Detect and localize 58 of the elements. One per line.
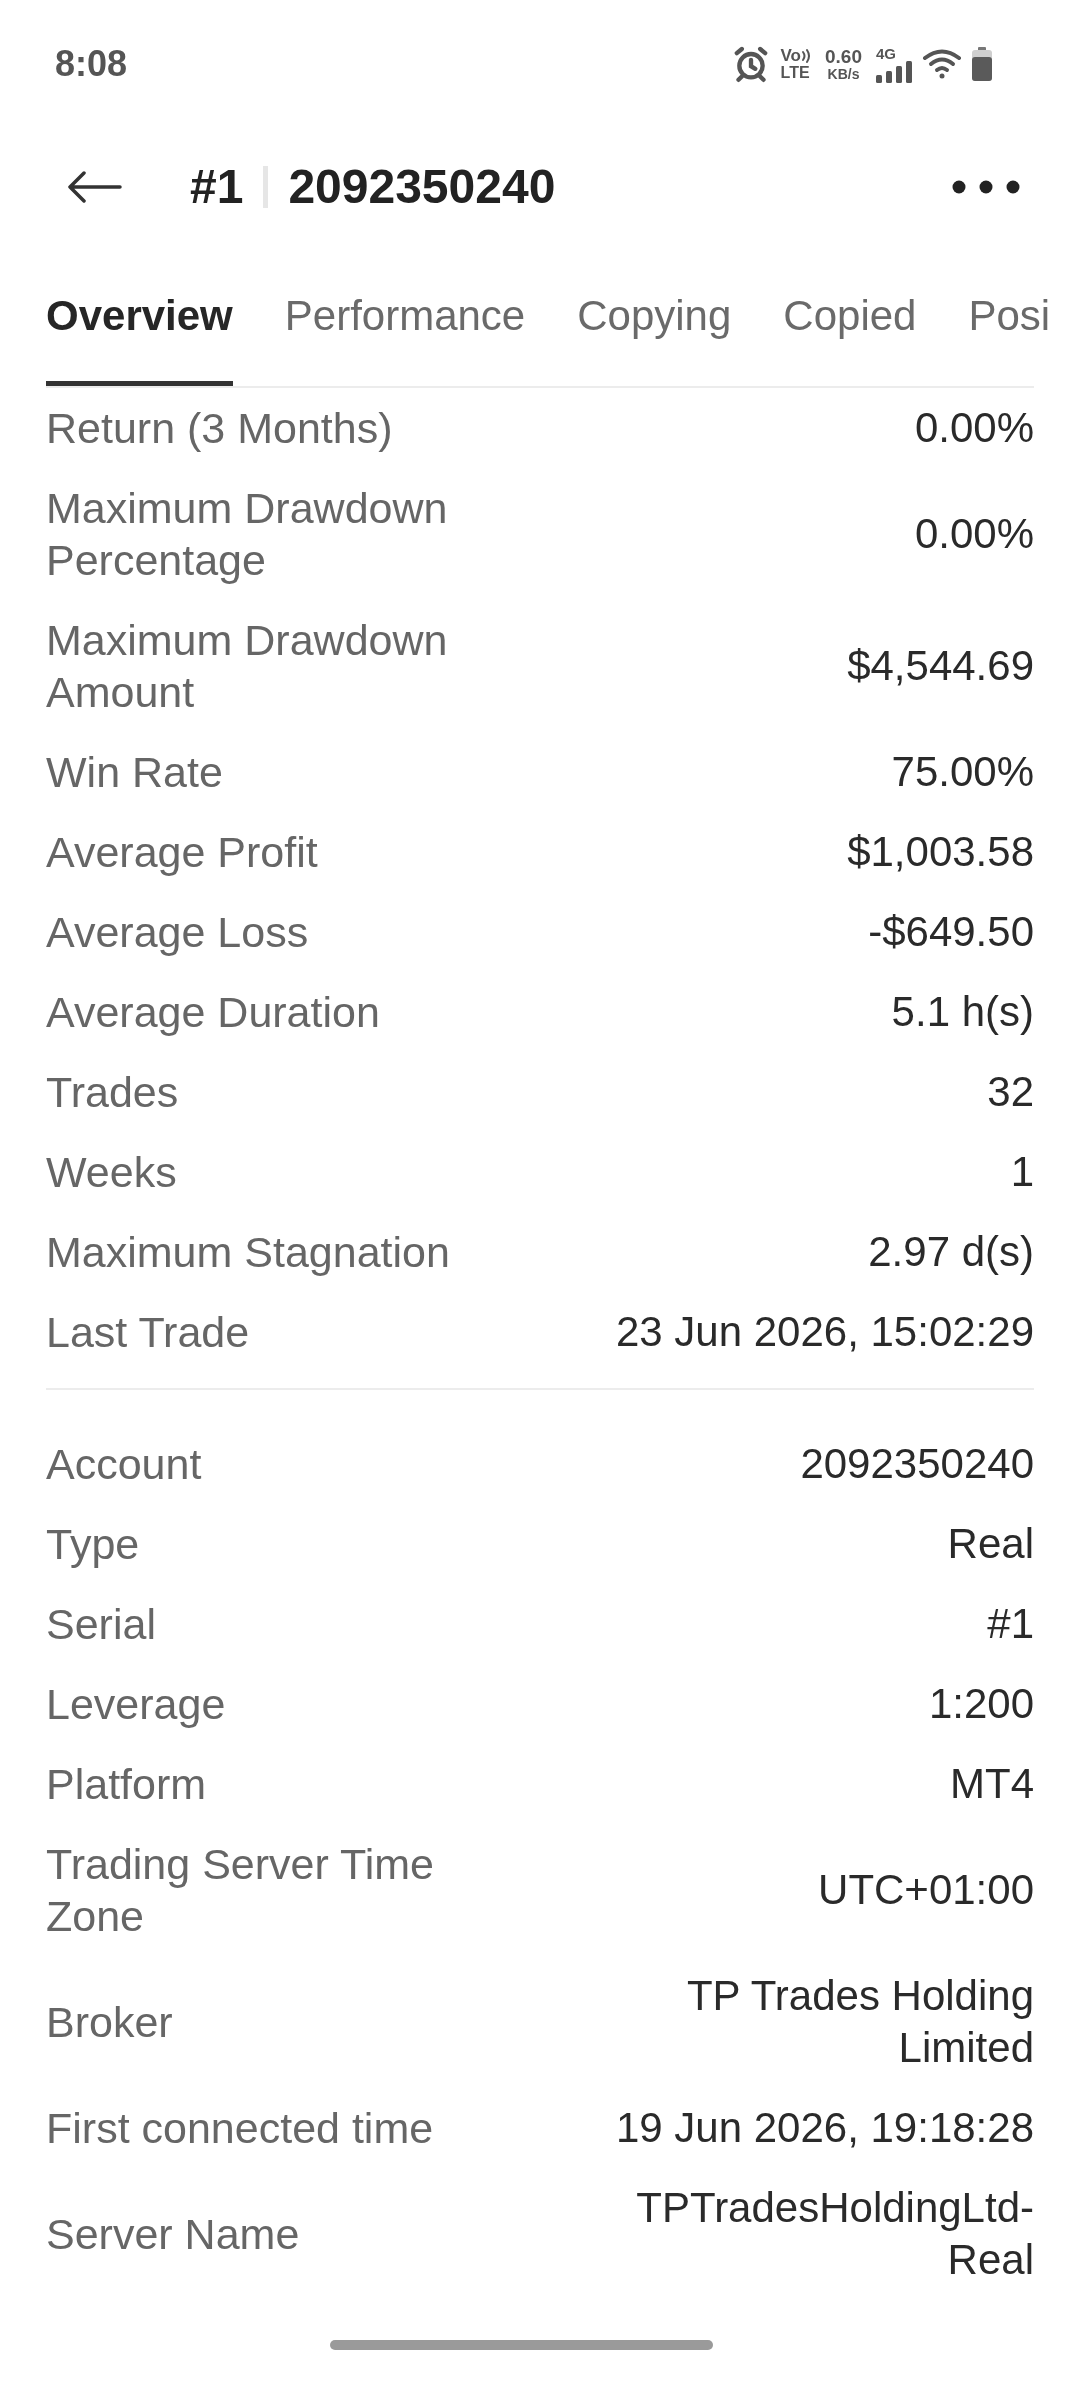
stat-label: Average Loss bbox=[46, 907, 310, 958]
stat-label: Broker bbox=[46, 1997, 174, 2048]
lte-label: LTE bbox=[780, 64, 810, 81]
network-type: 4G bbox=[876, 45, 896, 61]
stat-value: 0.00% bbox=[914, 509, 1034, 559]
stat-value: Real bbox=[947, 1519, 1034, 1569]
stat-value: 75.00% bbox=[891, 747, 1034, 797]
more-dots-icon bbox=[952, 180, 1020, 194]
stat-label: Trades bbox=[46, 1067, 180, 1118]
stat-label: Leverage bbox=[46, 1679, 227, 1730]
stat-value: MT4 bbox=[950, 1759, 1034, 1809]
stat-value: 19 Jun 2026, 19:18:28 bbox=[615, 2103, 1034, 2153]
battery-icon bbox=[972, 47, 992, 81]
volte-label: Vo bbox=[780, 47, 801, 64]
stat-label: Last Trade bbox=[46, 1307, 251, 1358]
stat-label: Serial bbox=[46, 1599, 157, 1650]
stat-label: First connected time bbox=[46, 2103, 435, 2154]
stat-label: Account bbox=[46, 1439, 203, 1490]
stat-value: -$649.50 bbox=[868, 907, 1034, 957]
stat-value: 1:200 bbox=[928, 1679, 1034, 1729]
tab[interactable]: Copying bbox=[577, 254, 732, 386]
call-waves-icon bbox=[801, 47, 811, 64]
network-speed-unit: KB/s bbox=[827, 65, 860, 82]
stat-value: 2092350240 bbox=[800, 1439, 1034, 1489]
stat-value: $4,544.69 bbox=[847, 641, 1034, 691]
stat-value: 2.97 d(s) bbox=[868, 1227, 1034, 1277]
wifi-icon bbox=[922, 48, 962, 80]
status-time: 8:08 bbox=[55, 44, 128, 84]
stat-value: UTC+01:00 bbox=[818, 1865, 1034, 1915]
account-serial: #1 bbox=[190, 159, 244, 215]
stat-label: Win Rate bbox=[46, 747, 224, 798]
stat-label: Return (3 Months) bbox=[46, 403, 394, 454]
network-speed: 0.60 bbox=[825, 46, 862, 66]
stat-value: TPTradesHoldingLtd-Real bbox=[635, 2183, 1034, 2285]
stat-label: Maximum Stagnation bbox=[46, 1227, 451, 1278]
stat-value: 5.1 h(s) bbox=[891, 987, 1034, 1037]
stat-value: $1,003.58 bbox=[847, 827, 1034, 877]
stat-label: Weeks bbox=[46, 1147, 178, 1198]
tab[interactable]: Copied bbox=[783, 254, 917, 386]
stat-label: Platform bbox=[46, 1759, 208, 1810]
stat-label: Maximum Drawdown Percentage bbox=[46, 483, 449, 586]
stat-label: Average Duration bbox=[46, 987, 381, 1038]
stat-value: 0.00% bbox=[914, 403, 1034, 453]
tab[interactable]: Performance bbox=[284, 254, 526, 386]
signal-bars-icon bbox=[876, 60, 912, 83]
stat-value: 32 bbox=[987, 1067, 1034, 1117]
stat-value: TP Trades Holding Limited bbox=[685, 1971, 1034, 2073]
stat-label: Server Name bbox=[46, 2209, 301, 2260]
stat-value: 1 bbox=[1010, 1147, 1034, 1197]
back-arrow-icon bbox=[67, 171, 123, 203]
tab[interactable]: Posi bbox=[968, 254, 1051, 386]
account-number: 2092350240 bbox=[288, 159, 556, 215]
stat-value: 23 Jun 2026, 15:02:29 bbox=[615, 1307, 1034, 1357]
stat-label: Average Profit bbox=[46, 827, 319, 878]
stat-label: Trading Server Time Zone bbox=[46, 1839, 435, 1942]
stat-label: Type bbox=[46, 1519, 141, 1570]
stat-value: #1 bbox=[987, 1599, 1034, 1649]
stat-label: Maximum Drawdown Amount bbox=[46, 615, 449, 718]
